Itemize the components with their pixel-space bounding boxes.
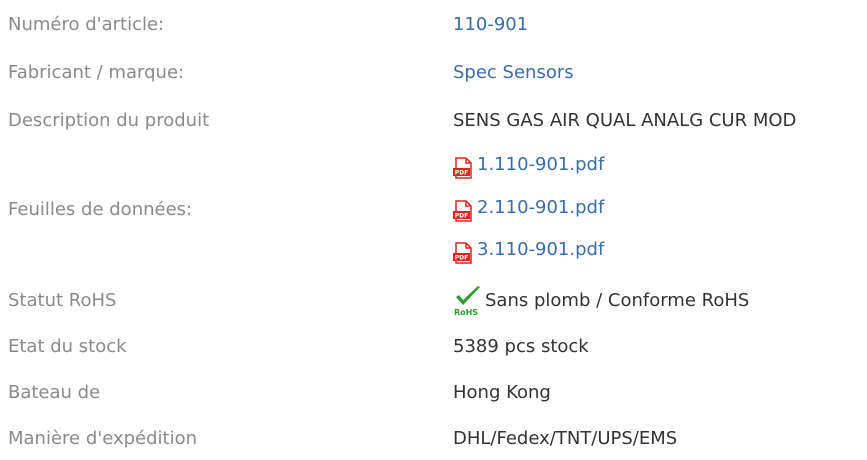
stock-label: Etat du stock — [8, 336, 127, 357]
manufacturer-label: Fabricant / marque: — [8, 62, 185, 83]
ship-from-value: Hong Kong — [453, 382, 551, 403]
shipping-method-value: DHL/Fedex/TNT/UPS/EMS — [453, 428, 678, 449]
rohs-status-value-wrap: RoHS Sans plomb / Conforme RoHS — [453, 281, 749, 321]
pdf-icon: PDF — [453, 197, 473, 222]
article-number-link[interactable]: 110-901 — [453, 5, 528, 45]
pdf-icon-text: PDF — [455, 255, 468, 262]
shipping-method-label: Manière d'expédition — [8, 428, 198, 449]
datasheet-link-2[interactable]: PDF 2.110-901.pdf — [453, 188, 604, 228]
rohs-icon-text: RoHS — [454, 308, 478, 317]
datasheet-file-1[interactable]: 1.110-901.pdf — [477, 145, 604, 185]
datasheets-label: Feuilles de données: — [8, 199, 193, 220]
pdf-icon-text: PDF — [455, 170, 468, 177]
ship-from-label: Bateau de — [8, 382, 101, 403]
row-ship-from: Bateau de Hong Kong — [0, 373, 867, 413]
row-rohs-status: Statut RoHS RoHS Sans plomb / Conforme R… — [0, 281, 867, 321]
datasheet-file-3[interactable]: 3.110-901.pdf — [477, 230, 604, 270]
pdf-icon: PDF — [453, 239, 473, 264]
rohs-status-value: Sans plomb / Conforme RoHS — [485, 290, 750, 311]
pdf-icon: PDF — [453, 154, 473, 179]
description-value: SENS GAS AIR QUAL ANALG CUR MOD — [453, 110, 797, 131]
datasheet-file-2[interactable]: 2.110-901.pdf — [477, 188, 604, 228]
datasheet-link-1[interactable]: PDF 1.110-901.pdf — [453, 145, 604, 185]
article-number-label: Numéro d'article: — [8, 14, 165, 35]
row-stock: Etat du stock 5389 pcs stock — [0, 327, 867, 367]
stock-value: 5389 pcs stock — [453, 336, 589, 357]
manufacturer-link[interactable]: Spec Sensors — [453, 53, 574, 93]
row-shipping-method: Manière d'expédition DHL/Fedex/TNT/UPS/E… — [0, 419, 867, 459]
row-manufacturer: Fabricant / marque: Spec Sensors — [0, 53, 867, 93]
rohs-check-icon: RoHS — [453, 285, 483, 317]
description-label: Description du produit — [8, 110, 210, 131]
datasheet-link-3[interactable]: PDF 3.110-901.pdf — [453, 230, 604, 270]
pdf-icon-text: PDF — [455, 213, 468, 220]
row-article-number: Numéro d'article: 110-901 — [0, 5, 867, 45]
row-description: Description du produit SENS GAS AIR QUAL… — [0, 101, 867, 141]
rohs-status-label: Statut RoHS — [8, 290, 117, 311]
